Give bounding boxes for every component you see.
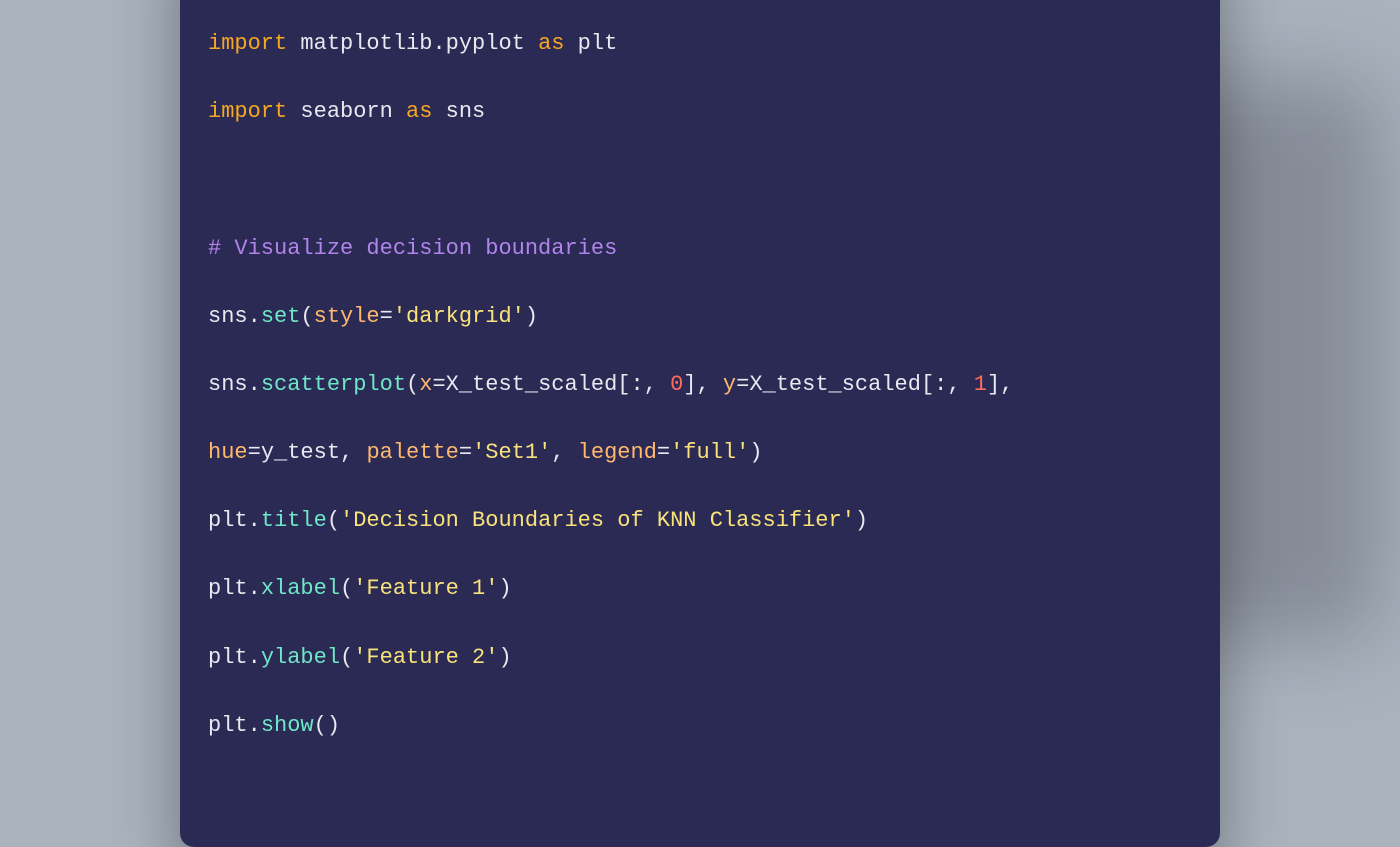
dot: . bbox=[248, 645, 261, 670]
number: 0 bbox=[670, 372, 683, 397]
paren-open: ( bbox=[406, 372, 419, 397]
dot: . bbox=[248, 304, 261, 329]
kwarg: legend bbox=[578, 440, 657, 465]
code-window: import matplotlib.pyplot as plt import s… bbox=[180, 0, 1220, 847]
keyword-import: import bbox=[208, 99, 287, 124]
identifier: sns bbox=[208, 372, 248, 397]
identifier: plt bbox=[208, 713, 248, 738]
dot: . bbox=[248, 372, 261, 397]
space bbox=[657, 372, 670, 397]
paren-open: ( bbox=[327, 508, 340, 533]
identifier: y_test bbox=[261, 440, 340, 465]
equals: = bbox=[432, 372, 445, 397]
comma: , bbox=[551, 440, 577, 465]
string: 'Decision Boundaries of KNN Classifier' bbox=[340, 508, 855, 533]
alias: plt bbox=[578, 31, 618, 56]
function-call: scatterplot bbox=[261, 372, 406, 397]
alias: sns bbox=[446, 99, 486, 124]
identifier: sns bbox=[208, 304, 248, 329]
paren-close: ) bbox=[327, 713, 340, 738]
expr: ], bbox=[683, 372, 709, 397]
dot: . bbox=[248, 576, 261, 601]
module-name: matplotlib.pyplot bbox=[300, 31, 524, 56]
paren-open: ( bbox=[340, 576, 353, 601]
paren-open: ( bbox=[300, 304, 313, 329]
string: 'Set1' bbox=[472, 440, 551, 465]
paren-close: ) bbox=[749, 440, 762, 465]
dot: . bbox=[248, 508, 261, 533]
paren-close: ) bbox=[498, 645, 511, 670]
code-line: sns.scatterplot(x=X_test_scaled[:, 0], y… bbox=[208, 368, 1192, 402]
code-line: sns.set(style='darkgrid') bbox=[208, 300, 1192, 334]
kwarg: y bbox=[723, 372, 736, 397]
kwarg: style bbox=[314, 304, 380, 329]
paren-close: ) bbox=[525, 304, 538, 329]
comment: # Visualize decision boundaries bbox=[208, 236, 617, 261]
code-block: import matplotlib.pyplot as plt import s… bbox=[208, 0, 1192, 811]
equals: = bbox=[248, 440, 261, 465]
code-line: plt.ylabel('Feature 2') bbox=[208, 641, 1192, 675]
paren-close: ) bbox=[498, 576, 511, 601]
identifier: plt bbox=[208, 576, 248, 601]
function-call: set bbox=[261, 304, 301, 329]
expr: X_test_scaled[:, bbox=[749, 372, 960, 397]
code-line: # Visualize decision boundaries bbox=[208, 232, 1192, 266]
blank-line bbox=[208, 163, 1192, 197]
string: 'full' bbox=[670, 440, 749, 465]
identifier: plt bbox=[208, 645, 248, 670]
identifier: plt bbox=[208, 508, 248, 533]
paren-open: ( bbox=[314, 713, 327, 738]
keyword-import: import bbox=[208, 31, 287, 56]
space bbox=[961, 372, 974, 397]
function-call: show bbox=[261, 713, 314, 738]
kwarg: x bbox=[419, 372, 432, 397]
equals: = bbox=[736, 372, 749, 397]
code-line: import seaborn as sns bbox=[208, 95, 1192, 129]
kwarg: hue bbox=[208, 440, 248, 465]
dot: . bbox=[248, 713, 261, 738]
function-call: xlabel bbox=[261, 576, 340, 601]
expr: ], bbox=[987, 372, 1013, 397]
keyword-as: as bbox=[538, 31, 564, 56]
space bbox=[710, 372, 723, 397]
kwarg: palette bbox=[366, 440, 458, 465]
comma: , bbox=[340, 440, 366, 465]
number: 1 bbox=[974, 372, 987, 397]
paren-close: ) bbox=[855, 508, 868, 533]
string: 'darkgrid' bbox=[393, 304, 525, 329]
string: 'Feature 2' bbox=[353, 645, 498, 670]
code-line: plt.show() bbox=[208, 709, 1192, 743]
code-line: hue=y_test, palette='Set1', legend='full… bbox=[208, 436, 1192, 470]
equals: = bbox=[657, 440, 670, 465]
code-line: plt.xlabel('Feature 1') bbox=[208, 572, 1192, 606]
function-call: title bbox=[261, 508, 327, 533]
code-line: plt.title('Decision Boundaries of KNN Cl… bbox=[208, 504, 1192, 538]
code-line: import matplotlib.pyplot as plt bbox=[208, 27, 1192, 61]
keyword-as: as bbox=[406, 99, 432, 124]
expr: X_test_scaled[:, bbox=[446, 372, 657, 397]
equals: = bbox=[380, 304, 393, 329]
paren-open: ( bbox=[340, 645, 353, 670]
function-call: ylabel bbox=[261, 645, 340, 670]
module-name: seaborn bbox=[300, 99, 392, 124]
string: 'Feature 1' bbox=[353, 576, 498, 601]
equals: = bbox=[459, 440, 472, 465]
